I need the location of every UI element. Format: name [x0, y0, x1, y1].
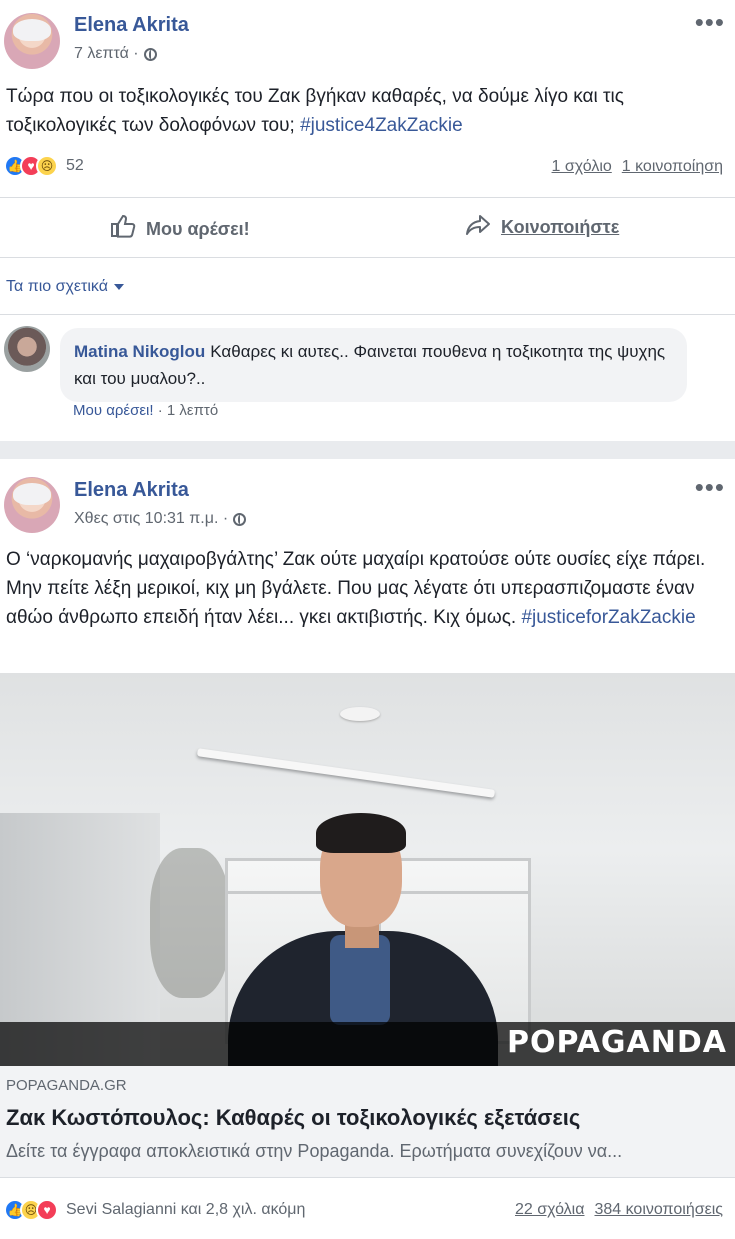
- share-button[interactable]: Κοινοποιήστε: [465, 214, 619, 241]
- share-label: Κοινοποιήστε: [501, 217, 620, 237]
- engagement-counts: 22 σχόλια 384 κοινοποιήσεις: [515, 1201, 723, 1219]
- comment-sort-dropdown[interactable]: Τα πιο σχετικά: [6, 278, 124, 296]
- divider: [0, 257, 735, 258]
- globe-icon: [233, 512, 247, 526]
- like-button[interactable]: Μου αρέσει!: [110, 214, 250, 244]
- post-text: Ο ‘ναρκομανής μαχαιροβγάλτης’ Ζακ ούτε μ…: [6, 545, 721, 632]
- sort-label: Τα πιο σχετικά: [6, 278, 108, 295]
- hashtag-link[interactable]: #justice4ZakZackie: [300, 115, 463, 136]
- comment-like-link[interactable]: Μου αρέσει!: [73, 402, 154, 419]
- author-avatar[interactable]: [4, 13, 60, 69]
- person-hair: [316, 813, 406, 853]
- ceiling-lamp: [196, 748, 496, 798]
- caret-down-icon: [113, 284, 124, 290]
- love-reaction-icon: ♥: [36, 1199, 58, 1221]
- thumbs-up-icon: [110, 214, 136, 244]
- comment-time[interactable]: · 1 λεπτό: [154, 402, 219, 419]
- reactors-text[interactable]: Sevi Salagianni και 2,8 χιλ. ακόμη: [66, 1201, 305, 1219]
- more-options-icon[interactable]: •••: [695, 474, 725, 500]
- like-label: Μου αρέσει!: [146, 218, 250, 239]
- timestamp-text[interactable]: 7 λεπτά ·: [74, 45, 139, 63]
- shares-link[interactable]: 1 κοινοποίηση: [622, 158, 723, 176]
- reaction-summary[interactable]: 👍 ☹ ♥ Sevi Salagianni και 2,8 χιλ. ακόμη: [4, 1199, 305, 1221]
- hashtag-link[interactable]: #justiceforZakZackie: [521, 607, 695, 628]
- author-name[interactable]: Elena Akrita: [74, 479, 189, 502]
- link-title[interactable]: Ζακ Κωστόπουλος: Καθαρές οι τοξικολογικέ…: [6, 1105, 580, 1131]
- wall-stain: [150, 848, 230, 998]
- person-shirt: [330, 935, 390, 1025]
- reaction-summary[interactable]: 👍 ♥ ☹ 52: [4, 155, 84, 177]
- engagement-counts: 1 σχόλιο 1 κοινοποίηση: [552, 158, 723, 176]
- commenter-avatar[interactable]: [4, 326, 50, 372]
- link-preview[interactable]: POPAGANDA.GR Ζακ Κωστόπουλος: Καθαρές οι…: [0, 1066, 735, 1178]
- author-name[interactable]: Elena Akrita: [74, 14, 189, 37]
- post-card-1: Elena Akrita 7 λεπτά · ••• Τώρα που οι τ…: [0, 0, 735, 441]
- sad-reaction-icon: ☹: [36, 155, 58, 177]
- link-domain: POPAGANDA.GR: [6, 1077, 127, 1094]
- link-description: Δείτε τα έγγραφα αποκλειστικά στην Popag…: [6, 1141, 623, 1161]
- comment-bubble: Matina Nikoglou Καθαρες κι αυτες.. Φαινετ…: [60, 328, 687, 402]
- reaction-count[interactable]: 52: [66, 157, 84, 175]
- divider: [0, 197, 735, 198]
- more-options-icon[interactable]: •••: [695, 9, 725, 35]
- link-preview-image[interactable]: POPAGANDA: [0, 673, 735, 1066]
- timestamp-text[interactable]: Χθες στις 10:31 π.μ. ·: [74, 510, 228, 528]
- shares-link[interactable]: 384 κοινοποιήσεις: [594, 1201, 723, 1219]
- globe-icon: [143, 47, 157, 61]
- comment-meta: Μου αρέσει! · 1 λεπτό: [73, 402, 218, 419]
- author-avatar[interactable]: [4, 477, 60, 533]
- post-timestamp[interactable]: 7 λεπτά ·: [74, 45, 157, 63]
- post-text: Τώρα που οι τοξικολογικές του Ζακ βγήκαν…: [6, 82, 721, 140]
- ceiling-fixture: [340, 707, 380, 721]
- commenter-name[interactable]: Matina Nikoglou: [74, 342, 205, 361]
- comments-link[interactable]: 22 σχόλια: [515, 1201, 584, 1219]
- divider: [0, 314, 735, 315]
- comments-link[interactable]: 1 σχόλιο: [552, 158, 612, 176]
- post-timestamp[interactable]: Χθες στις 10:31 π.μ. ·: [74, 510, 247, 528]
- share-arrow-icon: [465, 214, 491, 241]
- post-card-2: Elena Akrita Χθες στις 10:31 π.μ. · ••• …: [0, 459, 735, 1239]
- popaganda-logo: POPAGANDA: [506, 1025, 727, 1060]
